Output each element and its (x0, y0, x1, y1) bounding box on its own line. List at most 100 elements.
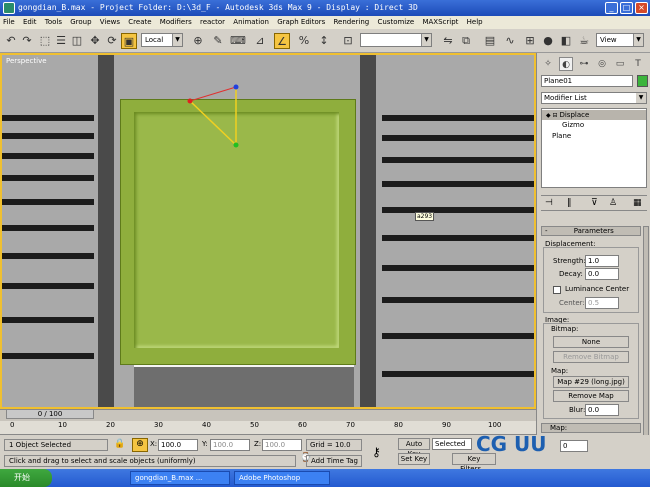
stack-item-gizmo[interactable]: Gizmo (562, 121, 584, 129)
transform-gizmo[interactable] (182, 81, 252, 151)
stair-step (382, 297, 534, 303)
stack-item-displace[interactable]: ◆ ⊟ Displace (542, 110, 646, 120)
key-mode-dropdown[interactable]: Selected (432, 438, 472, 450)
decay-spinner[interactable]: 0.0 (585, 268, 619, 280)
parameters-rollout[interactable]: - Parameters (541, 226, 641, 236)
modifier-stack[interactable]: ◆ ⊟ Displace Gizmo Plane (541, 108, 647, 188)
pin-stack-icon[interactable]: ⊣ (545, 198, 553, 208)
motion-tab-icon[interactable]: ◎ (595, 57, 609, 71)
time-slider[interactable]: 0 / 100 (6, 409, 94, 419)
named-selection-dropdown[interactable]: ▼ (360, 33, 432, 47)
perspective-viewport[interactable]: Perspective a293 (0, 53, 536, 409)
schematic-view-icon[interactable]: ⊞ (522, 33, 538, 49)
utilities-tab-icon[interactable]: T (631, 57, 645, 71)
stair-step (382, 115, 534, 121)
menu-help[interactable]: Help (464, 18, 486, 26)
align-icon[interactable]: ⧉ (458, 33, 474, 49)
rotate-icon[interactable]: ⟳ (104, 33, 120, 49)
modify-tab-icon[interactable]: ◐ (559, 57, 573, 71)
coord-system-dropdown[interactable]: Local ▼ (141, 33, 183, 47)
menu-animation[interactable]: Animation (230, 18, 272, 26)
configure-sets-icon[interactable]: ▦ (633, 198, 642, 208)
pivot-icon[interactable]: ⊕ (190, 33, 206, 49)
close-button[interactable]: × (635, 2, 648, 14)
stack-item-plane[interactable]: Plane (552, 132, 571, 140)
undo-icon[interactable]: ↶ (3, 33, 19, 49)
menu-create[interactable]: Create (125, 18, 154, 26)
menu-group[interactable]: Group (67, 18, 94, 26)
spinner-snap-icon[interactable]: ↕ (316, 33, 332, 49)
window-crossing-icon[interactable]: ◫ (69, 33, 85, 49)
select-manipulate-icon[interactable]: ✎ (210, 33, 226, 49)
bitmap-none-button[interactable]: None (553, 336, 629, 348)
make-unique-icon[interactable]: ⊽ (591, 198, 598, 208)
menu-reactor[interactable]: reactor (197, 18, 228, 26)
menu-rendering[interactable]: Rendering (331, 18, 373, 26)
show-end-result-icon[interactable]: ‖ (567, 198, 572, 208)
object-name-field[interactable]: Plane01 (541, 75, 633, 87)
remove-modifier-icon[interactable]: ♙ (609, 198, 617, 208)
start-button[interactable]: 开始 (0, 469, 52, 487)
mirror-icon[interactable]: ⇋ (440, 33, 456, 49)
menu-file[interactable]: File (0, 18, 18, 26)
display-tab-icon[interactable]: ▭ (613, 57, 627, 71)
angle-snap-icon[interactable]: ∠ (274, 33, 290, 49)
select-by-name-icon[interactable]: ☰ (53, 33, 69, 49)
menu-views[interactable]: Views (97, 18, 123, 26)
stair-step (2, 153, 94, 159)
minimize-button[interactable]: _ (605, 2, 618, 14)
lock-icon[interactable]: 🔒 (114, 439, 125, 449)
z-coordinate-field[interactable]: 100.0 (262, 439, 302, 451)
modifier-list-dropdown[interactable]: Modifier List ▼ (541, 92, 647, 104)
y-coordinate-field[interactable]: 100.0 (210, 439, 250, 451)
viewport-label[interactable]: Perspective (6, 57, 47, 65)
menu-maxscript[interactable]: MAXScript (419, 18, 461, 26)
luminance-center-checkbox[interactable] (553, 286, 561, 294)
object-color-swatch[interactable] (637, 75, 648, 87)
taskbar-item-photoshop[interactable]: Adobe Photoshop (234, 471, 330, 485)
curve-editor-icon[interactable]: ∿ (502, 33, 518, 49)
material-editor-icon[interactable]: ● (540, 33, 556, 49)
object-tooltip: a293 (415, 212, 435, 221)
key-icon[interactable]: ⚷ (372, 445, 381, 459)
render-icon[interactable]: ☕ (576, 33, 592, 49)
menu-graph-editors[interactable]: Graph Editors (274, 18, 328, 26)
keyboard-shortcut-icon[interactable]: ⌨ (230, 33, 246, 49)
strength-label: Strength: (553, 257, 586, 265)
center-spinner[interactable]: 0.5 (585, 297, 619, 309)
x-coordinate-field[interactable]: 100.0 (158, 439, 198, 451)
taskbar-item-3dsmax[interactable]: gongdian_B.max ... (130, 471, 230, 485)
menu-tools[interactable]: Tools (42, 18, 65, 26)
map-button[interactable]: Map #29 (long.jpg) (553, 376, 629, 388)
chevron-down-icon: ▼ (633, 34, 643, 46)
maximize-button[interactable]: □ (620, 2, 633, 14)
percent-snap-icon[interactable]: % (296, 33, 312, 49)
auto-key-button[interactable]: Auto Key (398, 438, 430, 458)
remove-map-button[interactable]: Remove Map (553, 390, 629, 402)
render-setup-icon[interactable]: ◧ (558, 33, 574, 49)
remove-bitmap-button[interactable]: Remove Bitmap (553, 351, 629, 363)
set-key-button[interactable]: Set Key (398, 453, 430, 465)
menu-edit[interactable]: Edit (20, 18, 40, 26)
menu-customize[interactable]: Customize (374, 18, 417, 26)
absolute-mode-icon[interactable]: ⊕ (132, 438, 148, 452)
stack-toolbar: ⊣ ‖ ⊽ ♙ ▦ (541, 195, 647, 211)
menu-modifiers[interactable]: Modifiers (157, 18, 195, 26)
track-bar[interactable]: 0 10 20 30 40 50 60 70 80 90 100 (0, 421, 536, 435)
strength-spinner[interactable]: 1.0 (585, 255, 619, 267)
menu-bar: File Edit Tools Group Views Create Modif… (0, 16, 650, 29)
panel-scrollbar[interactable] (643, 226, 649, 436)
hierarchy-tab-icon[interactable]: ⊶ (577, 57, 591, 71)
named-selection-icon[interactable]: ⊡ (340, 33, 356, 49)
create-tab-icon[interactable]: ✧ (541, 57, 555, 71)
select-icon[interactable]: ⬚ (37, 33, 53, 49)
scale-icon[interactable]: ▣ (121, 33, 137, 49)
snap-icon[interactable]: ⊿ (252, 33, 268, 49)
add-time-tag-button[interactable]: Add Time Tag (306, 455, 362, 467)
redo-icon[interactable]: ↷ (19, 33, 35, 49)
move-icon[interactable]: ✥ (87, 33, 103, 49)
grid-size: Grid = 10.0 (306, 439, 362, 451)
view-dropdown[interactable]: View ▼ (596, 33, 644, 47)
layer-icon[interactable]: ▤ (482, 33, 498, 49)
blur-spinner[interactable]: 0.0 (585, 404, 619, 416)
